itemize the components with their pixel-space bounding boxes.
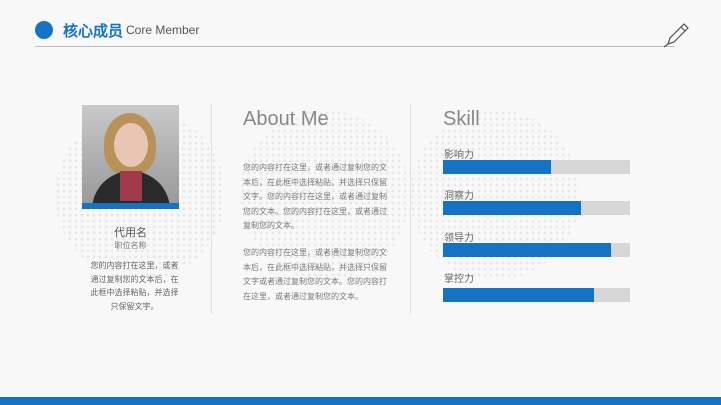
skill-label: 领导力: [444, 233, 474, 244]
page-title: 核心成员: [63, 22, 124, 40]
skill-bar-track: [443, 288, 630, 302]
member-name: 代用名: [114, 226, 147, 239]
page-subtitle: Core Member: [126, 23, 200, 37]
about-heading: About Me: [243, 108, 329, 130]
about-paragraph-1: 您的内容打在这里，或者通过复制您的文本后，在此框中选择粘贴，并选择只保留文字。您…: [243, 163, 387, 230]
header-divider: [35, 46, 675, 47]
skill-bar-fill: [443, 243, 612, 257]
skill-bar-track: [443, 201, 630, 215]
skill-label: 洞察力: [444, 191, 474, 202]
skill-bar-track: [443, 243, 630, 257]
member-position: 职位名称: [114, 241, 147, 250]
avatar-accent-bar: [82, 203, 179, 209]
pen-icon: [663, 23, 689, 48]
about-paragraph-2: 您的内容打在这里，或者通过复制您的文本后，在此框中选择粘贴，并选择只保留文字或者…: [243, 248, 387, 301]
column-divider: [410, 104, 411, 314]
skill-bar-track: [443, 160, 630, 174]
skill-bar-fill: [443, 201, 582, 215]
skill-label: 影响力: [444, 150, 474, 161]
skill-label: 掌控力: [444, 274, 474, 285]
skill-heading: Skill: [443, 108, 480, 130]
member-description: 您的内容打在这里，或者通过复制您的文本后，在此框中选择粘贴，并选择只保留文字。: [90, 261, 179, 311]
skill-bar-fill: [443, 160, 552, 174]
column-divider: [211, 104, 212, 314]
avatar: [82, 105, 179, 203]
header-bullet-icon: [35, 21, 53, 39]
skill-bar-fill: [443, 288, 595, 302]
footer-bar: [0, 397, 721, 405]
